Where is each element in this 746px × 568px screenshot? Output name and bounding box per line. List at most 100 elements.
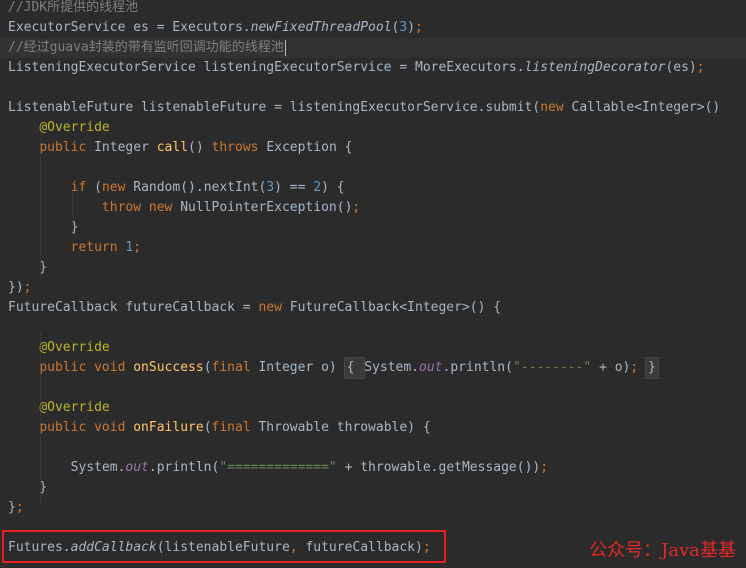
- code-token: + o): [591, 360, 631, 375]
- code-token: public void: [39, 360, 134, 375]
- code-token: Integer: [94, 140, 157, 155]
- code-token: onSuccess: [133, 360, 204, 375]
- code-token: }: [8, 220, 79, 235]
- code-line[interactable]: ListenableFuture listenableFuture = list…: [8, 98, 746, 118]
- code-token: (: [203, 360, 212, 375]
- fold-marker[interactable]: }: [645, 357, 659, 379]
- code-token: }: [8, 480, 48, 495]
- code-token: Random().nextInt(: [133, 180, 267, 195]
- code-token: @Override: [39, 120, 110, 135]
- code-token: .println(: [148, 460, 220, 475]
- code-token: System.: [364, 360, 420, 375]
- text-caret: [284, 39, 286, 56]
- code-token: ;: [696, 60, 705, 75]
- code-token: new: [540, 100, 572, 115]
- code-token: System.: [8, 460, 126, 475]
- code-token: (): [188, 140, 212, 155]
- code-token: "--------": [512, 360, 592, 375]
- code-token: onFailure: [133, 420, 204, 435]
- code-line[interactable]: [8, 378, 746, 398]
- code-token: ListenableFuture listenableFuture = list…: [8, 100, 541, 115]
- code-token: }: [8, 500, 16, 515]
- code-line[interactable]: };: [8, 498, 746, 518]
- code-token: ) ==: [274, 180, 314, 195]
- code-line[interactable]: [8, 78, 746, 98]
- highlight-box: [2, 530, 446, 563]
- code-token: (: [94, 180, 102, 195]
- code-token: ;: [15, 500, 24, 515]
- code-token: throw new: [101, 200, 181, 215]
- code-token: //经过guava封装的带有监听回调功能的线程池: [8, 40, 284, 55]
- code-token: .println(: [442, 360, 513, 375]
- code-editor[interactable]: //JDK所提供的线程池 ExecutorService es = Executo…: [0, 0, 746, 568]
- code-line[interactable]: [8, 158, 746, 178]
- indent-guide: [40, 334, 41, 504]
- code-line[interactable]: public void onSuccess(final Integer o) {…: [8, 357, 746, 379]
- code-token: new: [258, 300, 290, 315]
- code-token: listeningDecorator: [524, 60, 666, 75]
- code-token: Integer o): [258, 360, 345, 375]
- code-line[interactable]: return 1;: [8, 238, 746, 258]
- code-token: + throwable.getMessage()): [336, 460, 541, 475]
- code-token: 3: [399, 20, 408, 35]
- code-token: NullPointerException(): [180, 200, 353, 215]
- code-line[interactable]: }: [8, 258, 746, 278]
- code-token: out: [125, 460, 149, 475]
- code-token: ;: [540, 460, 549, 475]
- code-line[interactable]: public void onFailure(final Throwable th…: [8, 418, 746, 438]
- code-token: ;: [415, 20, 423, 35]
- code-line[interactable]: ExecutorService es = Executors.newFixedT…: [8, 18, 746, 38]
- code-line[interactable]: FutureCallback futureCallback = new Futu…: [8, 298, 746, 318]
- indent-guide: [40, 134, 41, 274]
- watermark: 公众号：Java基基: [589, 540, 736, 561]
- code-token: public: [39, 140, 95, 155]
- code-token: }: [8, 260, 48, 275]
- code-line-current[interactable]: //经过guava封装的带有监听回调功能的线程池: [0, 38, 746, 58]
- code-token: @Override: [39, 340, 110, 355]
- code-token: (: [203, 420, 212, 435]
- code-line[interactable]: }: [8, 218, 746, 238]
- code-token: FutureCallback<Integer>() {: [289, 300, 502, 315]
- code-token: throws: [211, 140, 267, 155]
- code-token: if: [70, 180, 95, 195]
- code-line[interactable]: //JDK所提供的线程池: [8, 0, 746, 18]
- code-line[interactable]: [8, 438, 746, 458]
- code-line[interactable]: System.out.println("=============" + thr…: [8, 458, 746, 478]
- code-token: public void: [39, 420, 134, 435]
- code-line[interactable]: @Override: [8, 398, 746, 418]
- code-line[interactable]: }: [8, 478, 746, 498]
- code-token: out: [419, 360, 443, 375]
- code-line[interactable]: if (new Random().nextInt(3) == 2) {: [8, 178, 746, 198]
- code-line[interactable]: @Override: [8, 338, 746, 358]
- code-token: (es): [665, 60, 697, 75]
- code-token: ): [407, 20, 416, 35]
- code-token: Exception {: [266, 140, 353, 155]
- code-line[interactable]: ListeningExecutorService listeningExecut…: [8, 58, 746, 78]
- code-line[interactable]: @Override: [8, 118, 746, 138]
- code-token: "=============": [219, 460, 337, 475]
- code-token: @Override: [39, 400, 110, 415]
- code-line[interactable]: throw new NullPointerException();: [8, 198, 746, 218]
- code-token: ExecutorService es = Executors.: [8, 20, 251, 35]
- code-token: final: [211, 420, 259, 435]
- indent-guide: [72, 194, 73, 234]
- code-token: 2: [313, 180, 322, 195]
- code-token: return: [70, 240, 126, 255]
- code-token: ) {: [321, 180, 345, 195]
- fold-marker[interactable]: {: [343, 357, 366, 379]
- code-line[interactable]: });: [8, 278, 746, 298]
- code-token: ;: [352, 200, 361, 215]
- code-token: final: [211, 360, 259, 375]
- code-token: ;: [23, 280, 32, 295]
- code-token: //JDK所提供的线程池: [8, 0, 139, 15]
- code-token: ;: [133, 240, 142, 255]
- code-line[interactable]: [8, 318, 746, 338]
- code-line[interactable]: public Integer call() throws Exception {: [8, 138, 746, 158]
